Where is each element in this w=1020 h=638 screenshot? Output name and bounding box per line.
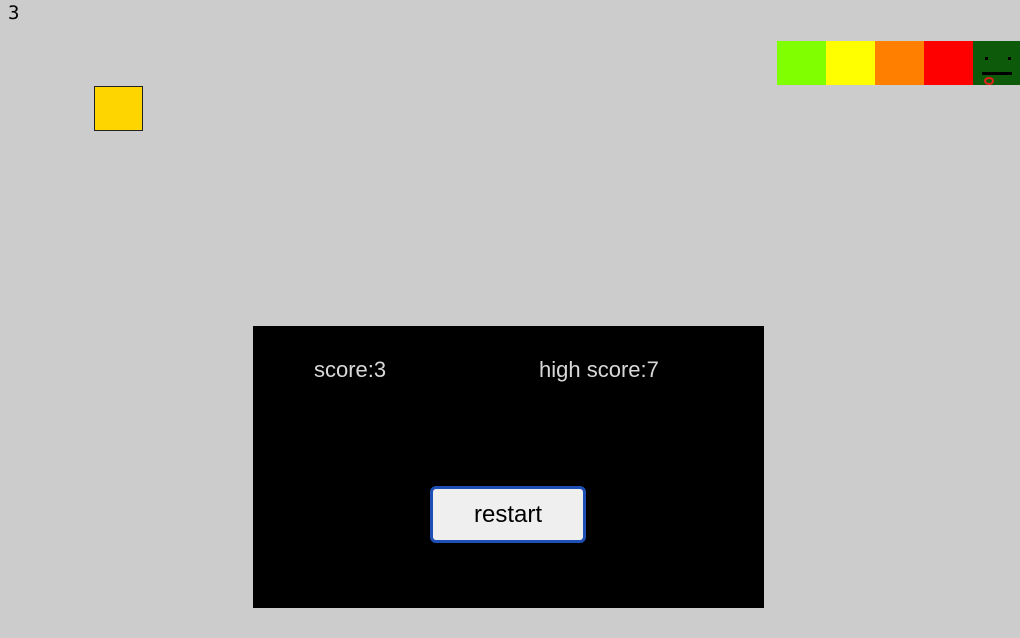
palette-swatch-yellow [826, 41, 875, 85]
score-counter: 3 [8, 2, 20, 24]
face-mouth [982, 72, 1012, 75]
color-palette [777, 41, 1020, 85]
face-tongue [984, 77, 994, 85]
face-icon [973, 41, 1020, 85]
restart-button[interactable]: restart [430, 486, 586, 543]
final-score: score:3 [314, 357, 387, 382]
palette-swatch-red [924, 41, 973, 85]
face-right-eye [1008, 57, 1011, 60]
player-block [94, 86, 143, 131]
palette-swatch-orange [875, 41, 924, 85]
high-score: high score:7 [539, 357, 659, 382]
palette-swatch-green [777, 41, 826, 85]
face-left-eye [985, 57, 988, 60]
